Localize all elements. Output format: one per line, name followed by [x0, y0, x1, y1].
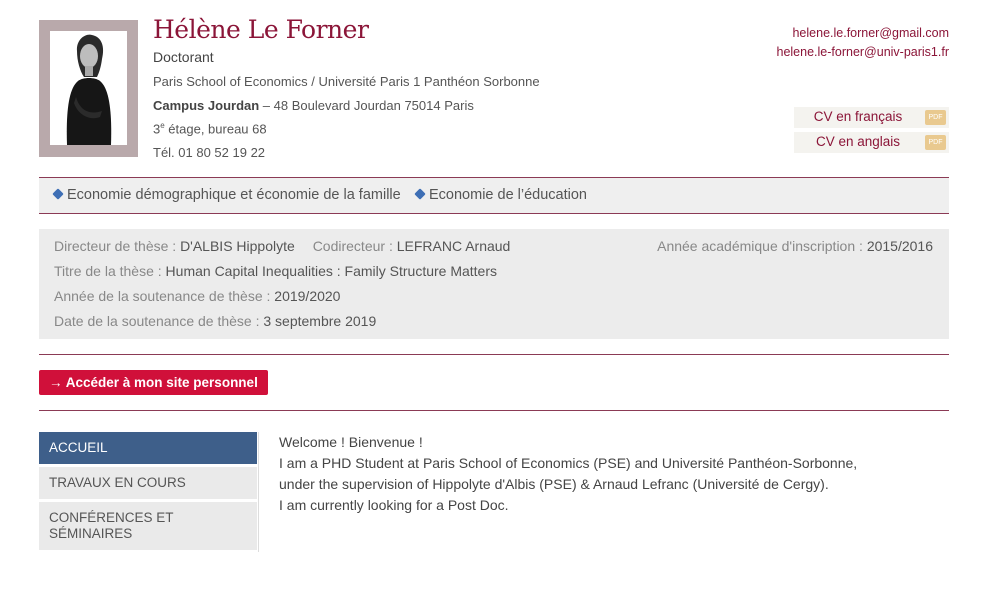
codirector-value: LEFRANC Arnaud	[396, 238, 511, 254]
enrollment-year-label: Année académique d'inscription :	[657, 238, 867, 254]
pdf-icon: PDF	[925, 110, 946, 125]
defense-year: Année de la soutenance de thèse : 2019/2…	[54, 288, 340, 304]
defense-date-value: 3 septembre 2019	[263, 313, 377, 329]
enrollment-year-value: 2015/2016	[866, 238, 933, 254]
profile-office: 3e étage, bureau 68	[153, 121, 267, 136]
side-navigation: ACCUEIL TRAVAUX EN COURS CONFÉRENCES ET …	[39, 432, 258, 553]
profile-header: Hélène Le Forner Doctorant Paris School …	[39, 15, 950, 160]
profile-role: Doctorant	[153, 49, 214, 65]
profile-name: Hélène Le Forner	[153, 15, 369, 44]
personal-site-button[interactable]: → Accéder à mon site personnel	[39, 370, 268, 395]
tag-icon	[52, 188, 64, 200]
cv-english-label: CV en anglais	[815, 134, 901, 149]
codirector-label: Codirecteur :	[312, 238, 397, 254]
nav-item-accueil[interactable]: ACCUEIL	[39, 432, 257, 464]
pdf-icon: PDF	[925, 135, 946, 150]
campus-name: Campus Jourdan	[153, 98, 260, 113]
tag-label: Economie démographique et économie de la…	[67, 187, 401, 203]
defense-date: Date de la soutenance de thèse : 3 septe…	[54, 313, 376, 329]
profile-photo	[50, 31, 127, 145]
divider	[39, 354, 949, 355]
director-value: D'ALBIS Hippolyte	[180, 238, 295, 254]
profile-institution: Paris School of Economics / Université P…	[153, 74, 540, 89]
welcome-line: Welcome ! Bienvenue !	[279, 434, 423, 450]
divider	[39, 410, 949, 411]
street-address: – 48 Boulevard Jourdan 75014 Paris	[259, 98, 474, 113]
enrollment-year: Année académique d'inscription : 2015/20…	[657, 238, 933, 254]
office-detail: étage, bureau 68	[164, 121, 267, 137]
tag-label: Economie de l’éducation	[429, 187, 587, 203]
tag-education-economics[interactable]: Economie de l’éducation	[414, 187, 587, 203]
thesis-supervisors: Directeur de thèse : D'ALBIS Hippolyte C…	[54, 238, 510, 254]
director-label: Directeur de thèse :	[54, 238, 181, 254]
email-link-university[interactable]: helene.le-forner@univ-paris1.fr	[777, 43, 950, 62]
tag-icon	[414, 188, 426, 200]
supervision-line: under the supervision of Hippolyte d'Alb…	[279, 476, 829, 492]
cv-english-button[interactable]: CV en anglais PDF	[794, 132, 949, 153]
thesis-info-panel: Directeur de thèse : D'ALBIS Hippolyte C…	[39, 229, 949, 339]
profile-address: Campus Jourdan – 48 Boulevard Jourdan 75…	[153, 98, 474, 113]
nav-divider	[258, 432, 259, 552]
thesis-title-label: Titre de la thèse :	[54, 263, 166, 279]
postdoc-line: I am currently looking for a Post Doc.	[279, 497, 509, 513]
nav-item-conferences[interactable]: CONFÉRENCES ET SÉMINAIRES	[39, 502, 257, 550]
defense-date-label: Date de la soutenance de thèse :	[54, 313, 264, 329]
defense-year-value: 2019/2020	[274, 288, 341, 304]
defense-year-label: Année de la soutenance de thèse :	[54, 288, 275, 304]
cv-french-label: CV en français	[813, 109, 903, 124]
thesis-title-value: Human Capital Inequalities : Family Stru…	[165, 263, 498, 279]
tag-demographic-economics[interactable]: Economie démographique et économie de la…	[52, 187, 401, 203]
cv-french-button[interactable]: CV en français PDF	[794, 107, 949, 128]
contact-emails: helene.le.forner@gmail.com helene.le-for…	[777, 24, 950, 62]
profile-photo-frame	[39, 20, 138, 157]
email-link-gmail[interactable]: helene.le.forner@gmail.com	[777, 24, 949, 43]
nav-item-travaux-en-cours[interactable]: TRAVAUX EN COURS	[39, 467, 257, 499]
profile-phone: Tél. 01 80 52 19 22	[153, 145, 266, 160]
intro-line: I am a PHD Student at Paris School of Ec…	[279, 455, 858, 471]
thesis-title: Titre de la thèse : Human Capital Inequa…	[54, 263, 497, 279]
main-content: Welcome ! Bienvenue ! I am a PHD Student…	[279, 432, 939, 516]
research-tags-bar: Economie démographique et économie de la…	[39, 177, 949, 214]
